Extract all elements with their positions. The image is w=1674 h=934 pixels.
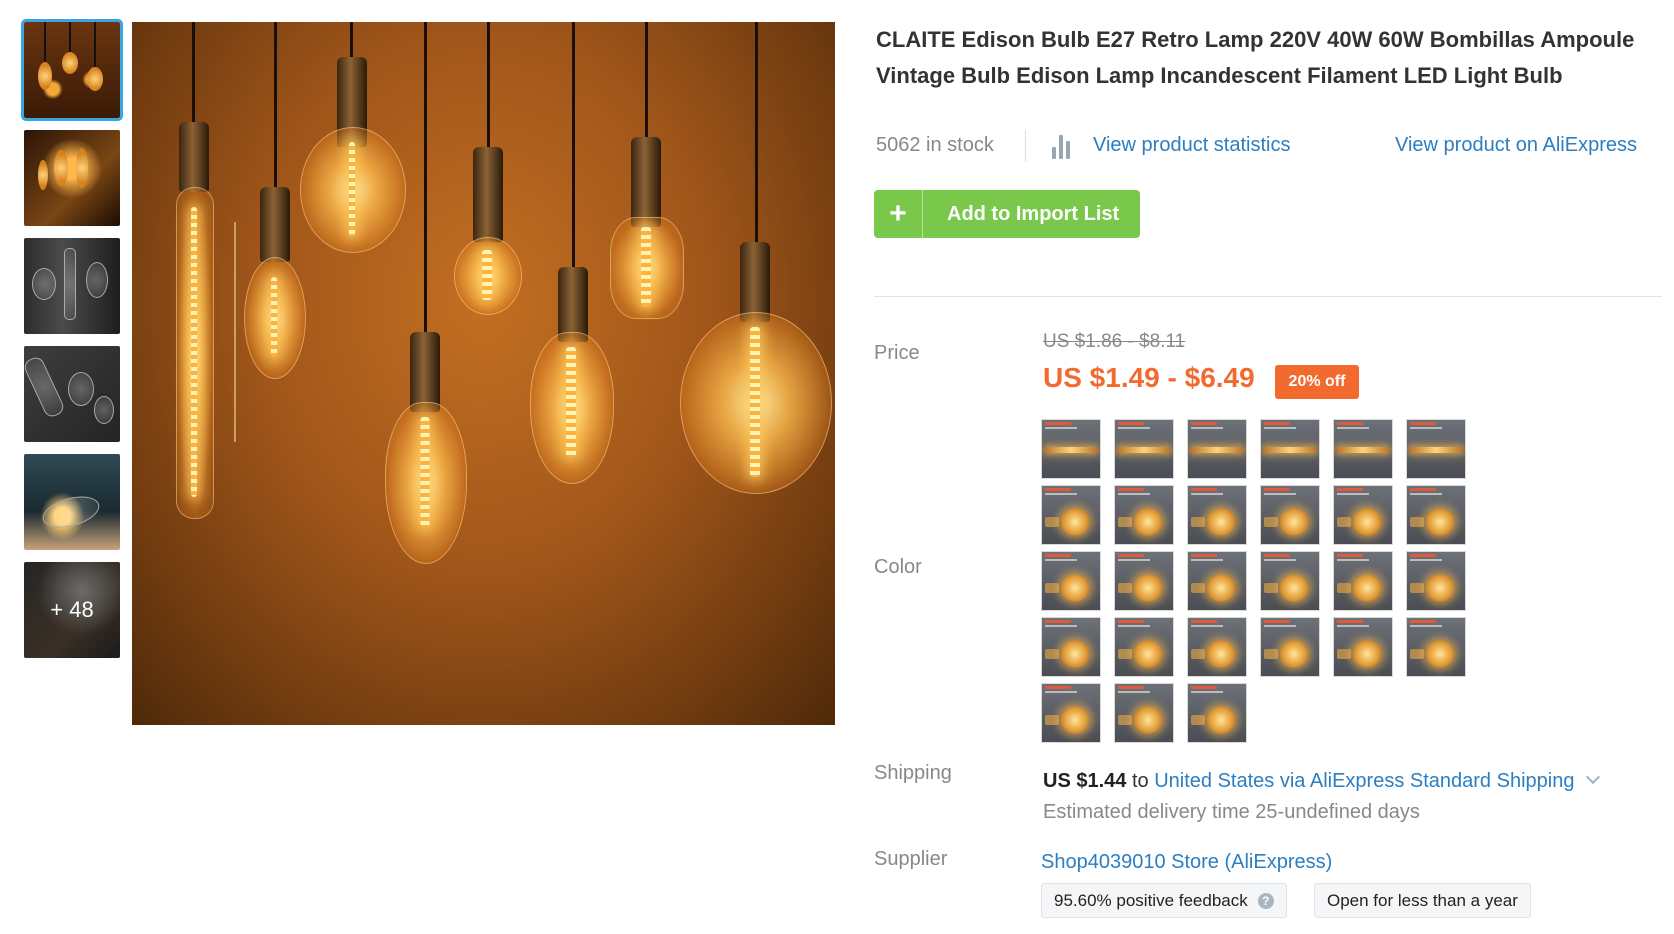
view-statistics-link[interactable]: View product statistics — [1093, 134, 1291, 157]
color-swatch[interactable] — [1406, 617, 1466, 677]
plus-icon: + — [874, 190, 923, 238]
store-age-text: Open for less than a year — [1327, 890, 1518, 910]
color-swatch[interactable] — [1406, 485, 1466, 545]
color-swatch[interactable] — [1187, 485, 1247, 545]
chevron-down-icon[interactable] — [1586, 769, 1601, 785]
color-swatch[interactable] — [1333, 617, 1393, 677]
supplier-label: Supplier — [874, 848, 948, 870]
feedback-badge: 95.60% positive feedback ? — [1041, 883, 1287, 918]
color-swatch[interactable] — [1114, 551, 1174, 611]
view-on-aliexpress-link[interactable]: View product on AliExpress — [1395, 134, 1637, 157]
thumbnail-2[interactable] — [24, 130, 120, 226]
thumbnail-3[interactable] — [24, 238, 120, 334]
supplier-store-link[interactable]: Shop4039010 Store (AliExpress) — [1041, 851, 1332, 874]
price-label: Price — [874, 342, 920, 364]
color-swatch[interactable] — [1260, 419, 1320, 479]
discount-badge: 20% off — [1275, 365, 1359, 399]
color-swatch[interactable] — [1406, 419, 1466, 479]
color-swatch[interactable] — [1260, 551, 1320, 611]
color-swatch[interactable] — [1041, 485, 1101, 545]
shipping-to: to — [1131, 770, 1149, 792]
shipping-method-dropdown[interactable]: United States via AliExpress Standard Sh… — [1154, 770, 1574, 792]
color-swatch[interactable] — [1041, 617, 1101, 677]
thumbnail-more[interactable]: + 48 — [24, 562, 120, 658]
thumbnail-4[interactable] — [24, 346, 120, 442]
color-swatch[interactable] — [1187, 617, 1247, 677]
color-swatch[interactable] — [1041, 419, 1101, 479]
product-title: CLAITE Edison Bulb E27 Retro Lamp 220V 4… — [876, 27, 1635, 88]
color-swatch[interactable] — [1041, 683, 1101, 743]
delivery-estimate: Estimated delivery time 25-undefined day… — [1043, 801, 1420, 823]
color-swatch[interactable] — [1333, 485, 1393, 545]
color-swatch[interactable] — [1114, 683, 1174, 743]
color-swatch[interactable] — [1187, 419, 1247, 479]
add-to-import-list-button[interactable]: + Add to Import List — [874, 190, 1140, 238]
color-swatch[interactable] — [1114, 617, 1174, 677]
main-product-image — [132, 22, 835, 725]
color-swatch[interactable] — [1260, 617, 1320, 677]
color-swatch[interactable] — [1406, 551, 1466, 611]
color-swatch[interactable] — [1333, 551, 1393, 611]
help-icon[interactable]: ? — [1257, 892, 1274, 909]
color-swatch[interactable] — [1114, 485, 1174, 545]
shipping-cost: US $1.44 — [1043, 770, 1127, 792]
bar-chart-icon[interactable] — [1052, 133, 1076, 159]
color-swatch[interactable] — [1187, 551, 1247, 611]
divider — [1025, 130, 1026, 162]
feedback-text: 95.60% positive feedback — [1054, 890, 1248, 910]
shipping-line: US $1.44 to United States via AliExpress… — [1043, 769, 1601, 793]
thumbnail-1[interactable] — [21, 19, 123, 121]
current-price: US $1.49 - $6.49 — [1043, 362, 1255, 393]
shipping-label: Shipping — [874, 762, 952, 784]
color-label: Color — [874, 556, 922, 578]
color-swatch[interactable] — [1187, 683, 1247, 743]
stock-count: 5062 in stock — [876, 134, 994, 156]
color-swatch[interactable] — [1260, 485, 1320, 545]
more-images-count: + 48 — [24, 562, 120, 658]
add-button-label: Add to Import List — [947, 202, 1120, 225]
color-swatch[interactable] — [1114, 419, 1174, 479]
color-swatch[interactable] — [1333, 419, 1393, 479]
color-swatch[interactable] — [1041, 551, 1101, 611]
section-divider — [874, 296, 1662, 297]
original-price: US $1.86 - $8.11 — [1043, 331, 1186, 352]
thumbnail-5[interactable] — [24, 454, 120, 550]
store-age-badge: Open for less than a year — [1314, 883, 1531, 918]
